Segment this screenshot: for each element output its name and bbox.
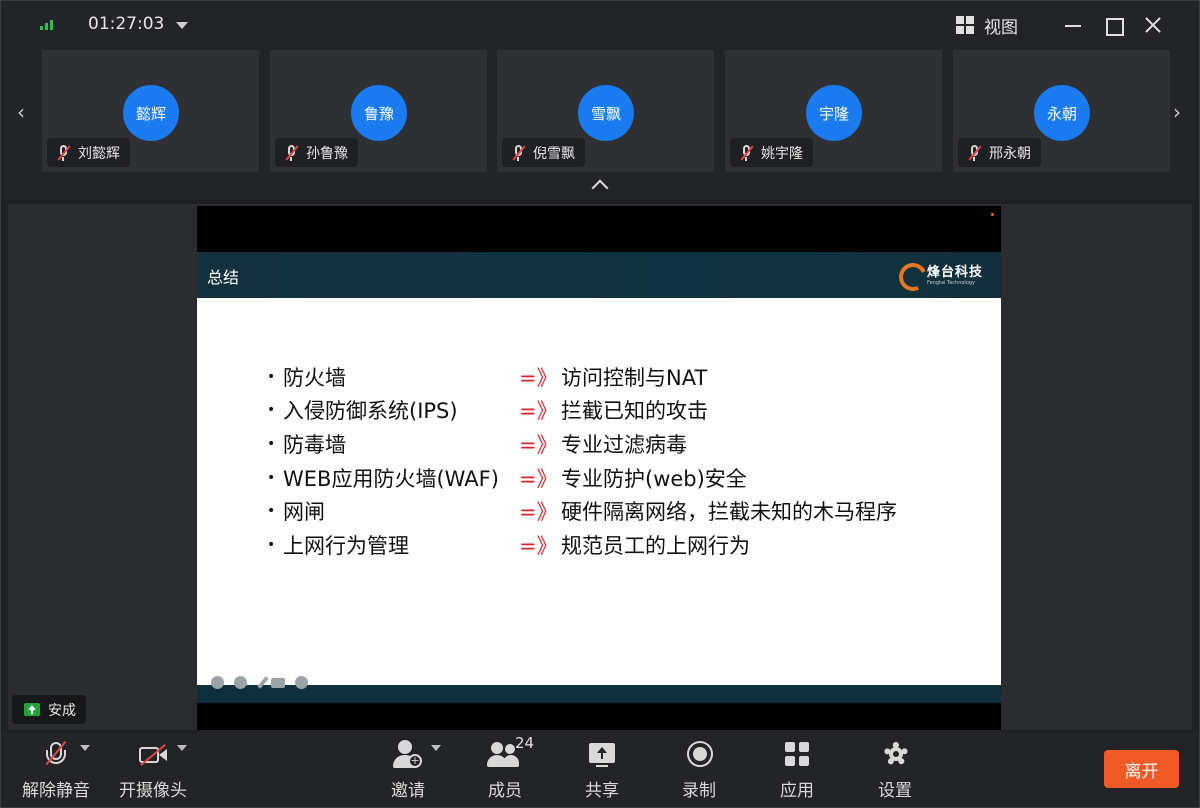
slide-body: • 防火墙 =》 访问控制与NAT • 入侵防御系统(IPS) =》 拦截已知的… [197,298,1001,685]
invite-label: 邀请 [391,781,425,801]
apps-button[interactable]: 应用 [757,740,837,804]
mic-muted-icon [55,144,71,162]
participant-name-tag: 孙鲁豫 [275,138,358,167]
settings-label: 设置 [878,781,912,801]
audio-options-chevron-icon[interactable] [80,745,90,751]
record-label: 录制 [682,781,716,801]
share-button[interactable]: 共享 [562,740,642,804]
recording-dot [991,213,994,216]
participant-name: 倪雪飘 [533,145,575,162]
members-button[interactable]: 24 成员 [465,734,545,804]
participant-tile[interactable]: 永朝 邢永朝 [953,50,1170,172]
mic-muted-icon [738,144,754,162]
slide-header: 总结 烽台科技 Fengtai Technology [197,252,1001,298]
record-button[interactable]: 录制 [659,740,739,804]
participant-tile[interactable]: 鲁豫 孙鲁豫 [270,50,487,172]
slideshow-controls [211,676,308,689]
dragon-logo-icon [897,260,921,286]
list-item: • 网闸 =》 硬件隔离网络，拦截未知的木马程序 [267,500,897,525]
mic-muted-icon [283,144,299,162]
avatar: 懿辉 [123,85,179,141]
participant-name-tag: 倪雪飘 [502,138,585,167]
signal-strength-icon[interactable] [40,18,54,30]
avatar: 雪飘 [578,85,634,141]
apps-grid-icon [785,742,809,766]
sharing-icon [24,703,40,716]
members-icon: 24 [485,734,534,772]
participant-name-tag: 刘懿辉 [47,138,130,167]
logo-name: 烽台科技 [926,264,983,280]
view-button[interactable]: 视图 [956,12,1018,38]
next-slide-icon[interactable] [234,676,247,689]
list-item: • 防火墙 =》 访问控制与NAT [267,365,708,390]
screen-icon[interactable] [271,678,285,688]
logo-subtitle: Fengtai Technology [926,279,976,286]
slide-footer [197,685,1001,703]
pen-icon[interactable] [257,676,269,689]
apps-label: 应用 [780,781,814,801]
avatar: 宇隆 [806,85,862,141]
participant-name: 孙鲁豫 [306,145,348,162]
collapse-strip-icon[interactable] [589,178,611,192]
gear-icon [875,740,915,772]
grid-view-icon [956,16,974,34]
unmute-label: 解除静音 [22,781,90,801]
mic-muted-icon [36,740,76,772]
close-button[interactable] [1140,12,1166,38]
members-label: 成员 [488,781,522,801]
participant-name: 邢永朝 [989,145,1031,162]
list-item: • 入侵防御系统(IPS) =》 拦截已知的攻击 [267,399,708,424]
list-item: • 防毒墙 =》 专业过滤病毒 [267,432,687,457]
previous-slide-icon[interactable] [211,676,224,689]
share-label: 共享 [585,781,619,801]
participant-name-tag: 姚宇隆 [730,138,813,167]
mic-muted-icon [966,144,982,162]
title-bar: 01:27:03 视图 [0,0,1200,50]
record-icon [679,740,719,772]
shared-slide: 总结 烽台科技 Fengtai Technology • 防火墙 =》 访问控制… [197,206,1001,730]
call-duration: 01:27:03 [88,14,165,34]
leave-button[interactable]: 离开 [1104,750,1179,788]
summary-list: • 防火墙 =》 访问控制与NAT • 入侵防御系统(IPS) =》 拦截已知的… [267,360,897,562]
participant-name: 刘懿辉 [78,145,120,162]
avatar: 永朝 [1034,85,1090,141]
camera-off-icon [133,740,173,772]
invite-options-chevron-icon[interactable] [431,745,441,751]
share-screen-icon [582,740,622,772]
view-label: 视图 [984,17,1018,38]
maximize-button[interactable] [1100,12,1126,38]
avatar: 鲁豫 [351,85,407,141]
mic-muted-icon [510,144,526,162]
video-options-chevron-icon[interactable] [177,745,187,751]
settings-button[interactable]: 设置 [855,740,935,804]
participant-tile[interactable]: 宇隆 姚宇隆 [725,50,942,172]
participant-name: 姚宇隆 [761,145,803,162]
add-user-icon: + [388,740,428,772]
chevron-down-icon[interactable] [176,22,188,29]
list-item: • WEB应用防火墙(WAF) =》 专业防护(web)安全 [267,466,747,491]
company-logo: 烽台科技 Fengtai Technology [897,260,983,286]
participant-tile[interactable]: 懿辉 刘懿辉 [42,50,259,172]
presenter-name: 安成 [48,702,76,719]
members-count: 24 [515,734,535,752]
minimize-button[interactable] [1060,12,1086,38]
participant-name-tag: 邢永朝 [958,138,1041,167]
participant-tile[interactable]: 雪飘 倪雪飘 [497,50,714,172]
more-icon[interactable] [295,676,308,689]
presenter-tag: 安成 [12,695,86,724]
previous-page-button[interactable]: ‹ [8,52,34,172]
camera-label: 开摄像头 [119,781,187,801]
slide-title: 总结 [207,268,240,287]
meeting-toolbar: 解除静音 开摄像头 + 邀请 24 成员 共享 录制 应用 设置 [0,732,1200,808]
list-item: • 上网行为管理 =》 规范员工的上网行为 [267,533,750,558]
